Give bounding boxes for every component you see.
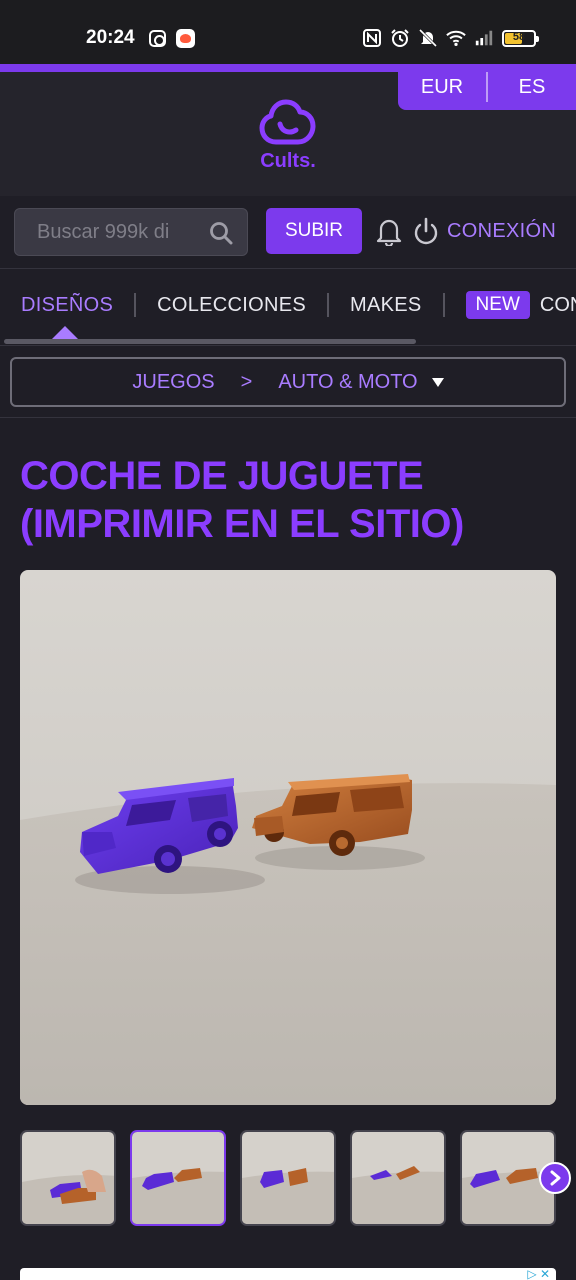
tab-makes[interactable]: MAKES	[329, 294, 443, 317]
nfc-icon	[363, 29, 381, 47]
search-box[interactable]	[14, 208, 248, 256]
nav-items: DISEÑOS COLECCIONES MAKES NEW CON	[0, 291, 576, 319]
search-input[interactable]	[37, 221, 197, 244]
ad-banner[interactable]: ▷ ✕	[20, 1268, 556, 1280]
power-icon[interactable]	[413, 216, 439, 246]
language-button[interactable]: ES	[488, 76, 576, 99]
chevron-down-icon[interactable]	[431, 377, 444, 387]
nav-scrollbar[interactable]	[4, 339, 416, 344]
cults-logo[interactable]: Cults.	[256, 94, 320, 176]
cults-logo-icon	[259, 99, 316, 145]
tab-disenos[interactable]: DISEÑOS	[0, 294, 134, 317]
breadcrumb-separator: >	[240, 370, 253, 393]
main-nav: DISEÑOS COLECCIONES MAKES NEW CON	[0, 268, 576, 346]
product-main-image[interactable]	[20, 570, 556, 1105]
chevron-right-icon	[550, 1170, 561, 1186]
alarm-icon	[391, 29, 409, 47]
breadcrumb[interactable]: JUEGOS > AUTO & MOTO	[10, 357, 566, 407]
toy-cars-photo	[20, 570, 556, 1105]
active-tab-indicator	[52, 326, 78, 339]
thumbnail[interactable]	[350, 1130, 446, 1226]
breadcrumb-category[interactable]: JUEGOS	[132, 371, 214, 394]
status-time: 20:24	[86, 27, 135, 48]
thumbnail-strip	[20, 1130, 576, 1226]
page-title: COCHE DE JUGUETE (IMPRIMIR EN EL SITIO)	[20, 454, 464, 546]
thumbnail[interactable]	[240, 1130, 336, 1226]
thumbnail-selected[interactable]	[130, 1130, 226, 1226]
currency-language-switcher: EUR ES	[398, 64, 576, 110]
login-link[interactable]: CONEXIÓN	[447, 220, 556, 243]
new-badge[interactable]: NEW	[465, 291, 530, 319]
search-icon[interactable]	[209, 221, 233, 245]
breadcrumb-section: JUEGOS > AUTO & MOTO	[0, 346, 576, 418]
logo-text: Cults.	[260, 150, 316, 172]
currency-button[interactable]: EUR	[398, 76, 486, 99]
status-icons: 58	[362, 26, 539, 50]
app-notification-icon	[176, 29, 195, 48]
instagram-icon	[149, 30, 166, 47]
battery-icon: 58	[502, 29, 539, 47]
breadcrumb-subcategory[interactable]: AUTO & MOTO	[278, 371, 417, 394]
tab-truncated[interactable]: CON	[530, 294, 576, 317]
battery-level: 58	[512, 30, 526, 43]
thumbnail[interactable]	[20, 1130, 116, 1226]
upload-button[interactable]: SUBIR	[266, 208, 362, 254]
status-bar: 20:24 58	[0, 0, 576, 64]
mute-icon	[418, 28, 438, 48]
signal-icon	[475, 30, 493, 46]
bell-icon[interactable]	[375, 216, 403, 246]
ad-choices-icon[interactable]: ▷ ✕	[527, 1268, 550, 1280]
next-thumbnails-button[interactable]	[539, 1162, 571, 1194]
nav-divider	[442, 293, 445, 317]
tab-colecciones[interactable]: COLECCIONES	[136, 294, 327, 317]
toolbar: SUBIR CONEXIÓN	[0, 196, 576, 268]
wifi-icon	[446, 30, 466, 46]
